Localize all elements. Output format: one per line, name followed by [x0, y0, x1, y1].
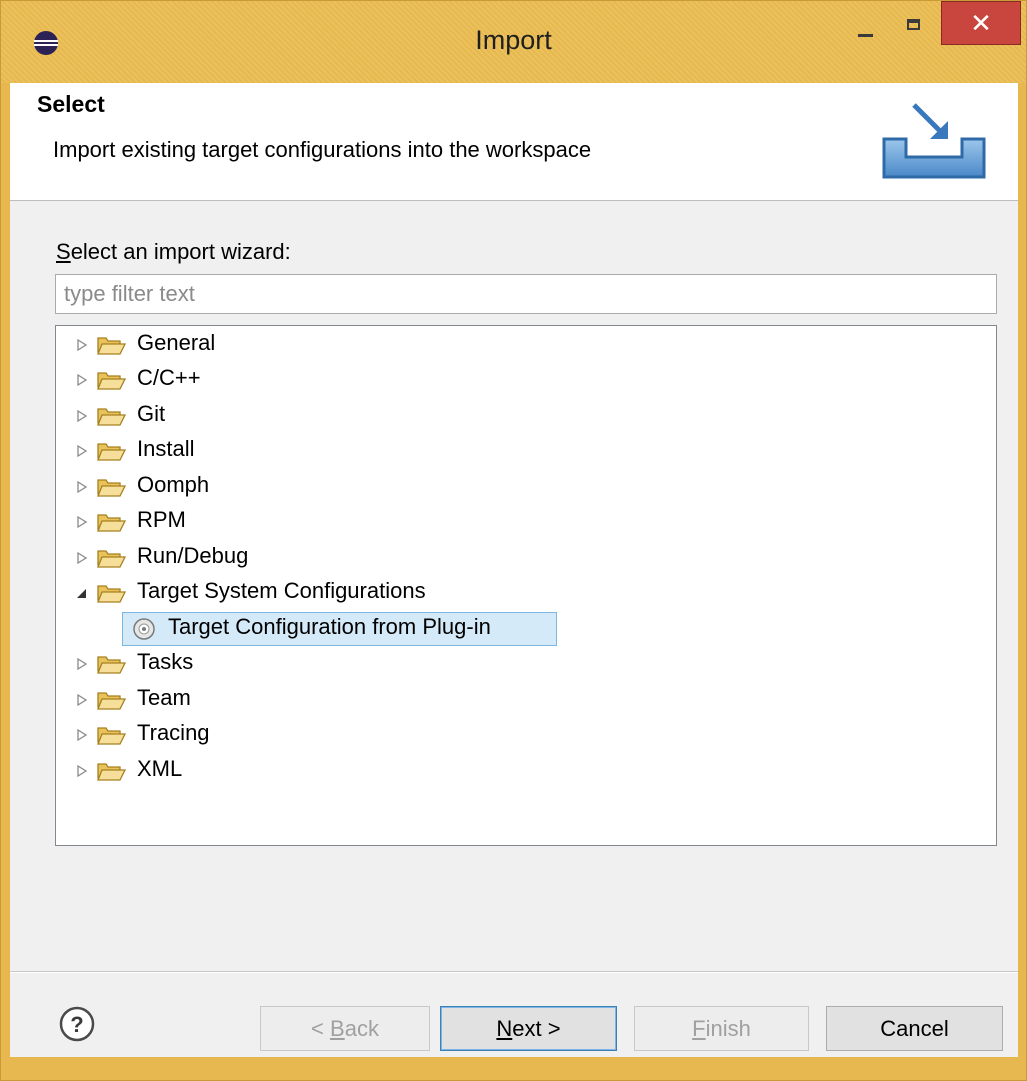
folder-icon — [97, 443, 126, 461]
tree-item-xml[interactable]: XML — [56, 754, 996, 788]
folder-icon — [97, 727, 126, 745]
target-configuration-icon — [133, 618, 155, 640]
cancel-button[interactable]: Cancel — [826, 1006, 1003, 1051]
tree-item-team[interactable]: Team — [56, 683, 996, 717]
next-button[interactable]: Next > — [440, 1006, 617, 1051]
tree-item-label: XML — [137, 756, 183, 781]
tree-item-oomph[interactable]: Oomph — [56, 470, 996, 504]
help-glyph: ? — [70, 1012, 83, 1037]
tree-item-run-debug[interactable]: Run/Debug — [56, 541, 996, 575]
tree-item-rpm[interactable]: RPM — [56, 505, 996, 539]
tree-item-label: C/C++ — [137, 365, 201, 390]
maximize-button[interactable] — [891, 1, 941, 45]
tree-item-label: Target Configuration from Plug-in — [168, 614, 491, 639]
tree-item-label: Team — [137, 685, 191, 710]
title-bar[interactable]: Import ✕ — [1, 1, 1026, 83]
tree-item-tasks[interactable]: Tasks — [56, 647, 996, 681]
expand-arrow-icon[interactable] — [76, 480, 88, 494]
finish-button[interactable]: Finish — [634, 1006, 809, 1051]
back-button[interactable]: < Back — [260, 1006, 430, 1051]
page-description: Import existing target configurations in… — [53, 137, 592, 162]
expand-arrow-icon[interactable] — [76, 551, 88, 565]
import-dialog-window: Import ✕ Select Import existing target c… — [0, 0, 1027, 1081]
expand-arrow-icon[interactable] — [76, 409, 88, 423]
folder-icon — [97, 372, 126, 390]
tree-item-target-system-configurations[interactable]: Target System Configurations — [56, 576, 996, 610]
collapse-arrow-icon[interactable] — [76, 586, 88, 600]
tree-item-tracing[interactable]: Tracing — [56, 718, 996, 752]
tree-item-label: Oomph — [137, 472, 210, 497]
page-title: Select — [37, 91, 105, 117]
import-wizard-banner-icon — [882, 103, 986, 179]
expand-arrow-icon[interactable] — [76, 728, 88, 742]
tree-item-git[interactable]: Git — [56, 399, 996, 433]
expand-arrow-icon[interactable] — [76, 693, 88, 707]
import-wizard-tree[interactable]: General C/C++ Git Install Oomph RPM Run/… — [55, 325, 997, 846]
open-folder-icon — [97, 585, 126, 603]
tree-item-install[interactable]: Install — [56, 434, 996, 468]
wizard-header: Select Import existing target configurat… — [10, 83, 1018, 201]
expand-arrow-icon[interactable] — [76, 515, 88, 529]
help-icon[interactable]: ? — [59, 1006, 95, 1042]
folder-icon — [97, 656, 126, 674]
tree-item-target-configuration-from-plugin[interactable]: Target Configuration from Plug-in — [56, 612, 996, 646]
expand-arrow-icon[interactable] — [76, 764, 88, 778]
tree-item-label: RPM — [137, 507, 186, 532]
folder-icon — [97, 479, 126, 497]
minimize-button[interactable] — [841, 1, 891, 45]
folder-icon — [97, 692, 126, 710]
tree-item-label: Target System Configurations — [137, 578, 426, 603]
dialog-client-area: Select Import existing target configurat… — [10, 83, 1018, 1057]
folder-icon — [97, 337, 126, 355]
folder-icon — [97, 763, 126, 781]
close-icon: ✕ — [970, 7, 992, 38]
tree-item-label: Tracing — [137, 720, 210, 745]
close-button[interactable]: ✕ — [941, 1, 1021, 45]
tree-item-label: Git — [137, 401, 166, 426]
tree-item-cpp[interactable]: C/C++ — [56, 363, 996, 397]
tree-item-label: Run/Debug — [137, 543, 249, 568]
expand-arrow-icon[interactable] — [76, 657, 88, 671]
expand-arrow-icon[interactable] — [76, 444, 88, 458]
tree-item-general[interactable]: General — [56, 328, 996, 362]
tree-item-label: General — [137, 330, 216, 355]
folder-icon — [97, 550, 126, 568]
filter-input[interactable] — [55, 274, 997, 314]
folder-icon — [97, 514, 126, 532]
footer-separator — [10, 971, 1018, 973]
minimize-icon — [858, 34, 873, 37]
folder-icon — [97, 408, 126, 426]
expand-arrow-icon[interactable] — [76, 373, 88, 387]
maximize-icon — [907, 19, 920, 30]
tree-item-label: Tasks — [137, 649, 194, 674]
expand-arrow-icon[interactable] — [76, 338, 88, 352]
tree-item-label: Install — [137, 436, 195, 461]
select-wizard-label: Select an import wizard: — [56, 239, 291, 264]
